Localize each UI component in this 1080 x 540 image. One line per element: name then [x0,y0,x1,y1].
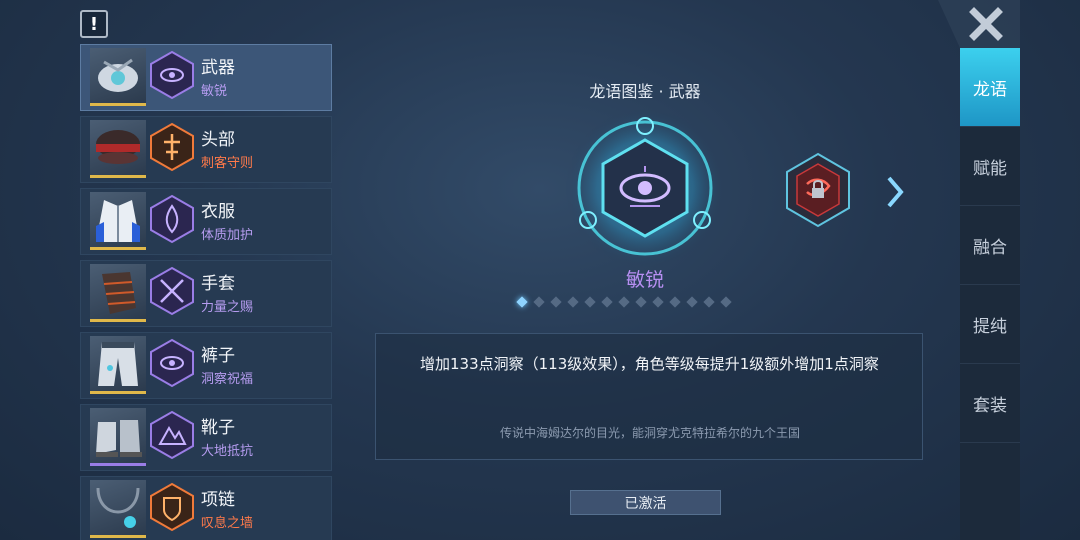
glove-icon [102,272,136,314]
exclamation-icon: ! [89,13,99,35]
rune-name: 大地抵抗 [201,444,254,459]
pants-thumbnail [90,336,146,392]
equipment-name: 衣服 [201,202,235,222]
rune-name: 力量之赐 [201,300,254,315]
necklace-icon [96,487,140,528]
rarity-bar [90,319,146,322]
equipment-item-necklace[interactable]: 项链 叹息之墙 [80,476,332,540]
equipment-item-weapon[interactable]: 武器 敏锐 [80,44,332,111]
page-dot[interactable] [567,296,579,308]
rarity-bar [90,535,146,538]
head-thumbnail [90,120,146,176]
weapon-icon [98,58,138,92]
rune-name: 敏锐 [201,84,228,99]
rune-name: 体质加护 [201,228,254,243]
rarity-bar [90,103,146,106]
alert-button[interactable]: ! [80,10,108,38]
eye-rune-icon [150,338,194,388]
shield-rune-icon [150,482,194,532]
equipment-name: 头部 [201,130,235,150]
equipment-item-gloves[interactable]: 手套 力量之赐 [80,260,332,327]
mountain-rune-icon [150,410,194,460]
tab-fusion[interactable]: 融合 [960,206,1020,285]
equipment-item-pants[interactable]: 裤子 洞察祝福 [80,332,332,399]
jacket-icon [96,200,140,242]
rune-title: 敏锐 [625,269,664,291]
clothes-thumbnail [90,192,146,248]
page-indicator [516,296,732,308]
page-dot[interactable] [652,296,664,308]
boots-thumbnail [90,408,146,464]
page-dot[interactable] [703,296,715,308]
close-x-icon [938,0,1020,48]
tab-refine[interactable]: 提纯 [960,285,1020,364]
page-dot[interactable] [516,296,528,308]
helmet-icon [96,130,140,164]
page-dot[interactable] [618,296,630,308]
necklace-thumbnail [90,480,146,536]
page-dot[interactable] [533,296,545,308]
weapon-thumbnail [90,48,146,104]
page-dot[interactable] [669,296,681,308]
rune-name: 刺客守则 [201,156,254,171]
equipment-name: 武器 [201,58,235,78]
page-dot[interactable] [584,296,596,308]
lore-text: 传说中海姆达尔的目光，能洞穿尤克特拉希尔的九个王国 [499,426,800,440]
page-dot[interactable] [686,296,698,308]
rarity-bar [90,175,146,178]
flame-rune-icon [150,194,194,244]
activated-button[interactable]: 已激活 [570,490,721,515]
rune-name: 洞察祝福 [201,372,254,387]
description-panel: 增加133点洞察（113级效果），角色等级每提升1级额外增加1点洞察 传说中海姆… [375,333,923,460]
equipment-list: 武器 敏锐 头部 刺客守则 衣服 体质加护 手套 力量之赐 裤子 洞察祝福 靴子… [80,44,332,540]
rarity-bar [90,391,146,394]
page-dot[interactable] [601,296,613,308]
equipment-name: 手套 [201,274,235,294]
page-dot[interactable] [550,296,562,308]
tab-set[interactable]: 套装 [960,364,1020,443]
rarity-bar [90,463,146,466]
codex-title: 龙语图鉴 · 武器 [589,82,701,101]
equipment-name: 裤子 [201,346,235,366]
equipment-name: 项链 [201,490,235,510]
close-button[interactable] [930,0,1020,48]
main-eye-rune-icon [565,108,725,268]
sword-rune-icon [150,122,194,172]
rune-name: 叹息之墙 [201,516,254,531]
pants-icon [98,342,138,386]
tab-empower[interactable]: 赋能 [960,127,1020,206]
right-tab-bar: 龙语 赋能 融合 提纯 套装 [960,48,1020,540]
equipment-item-boots[interactable]: 靴子 大地抵抗 [80,404,332,471]
equipment-item-head[interactable]: 头部 刺客守则 [80,116,332,183]
page-dot[interactable] [635,296,647,308]
eye-rune-icon [150,50,194,100]
tab-dragon-language[interactable]: 龙语 [960,48,1020,127]
effect-description: 增加133点洞察（113级效果），角色等级每提升1级额外增加1点洞察 [420,355,879,373]
chevron-right-icon[interactable] [882,172,908,212]
gloves-thumbnail [90,264,146,320]
equipment-name: 靴子 [201,418,235,438]
page-dot[interactable] [720,296,732,308]
equipment-item-clothes[interactable]: 衣服 体质加护 [80,188,332,255]
boots-icon [96,420,142,457]
crossed-swords-rune-icon [150,266,194,316]
rarity-bar [90,247,146,250]
next-rune-preview[interactable] [783,150,853,230]
